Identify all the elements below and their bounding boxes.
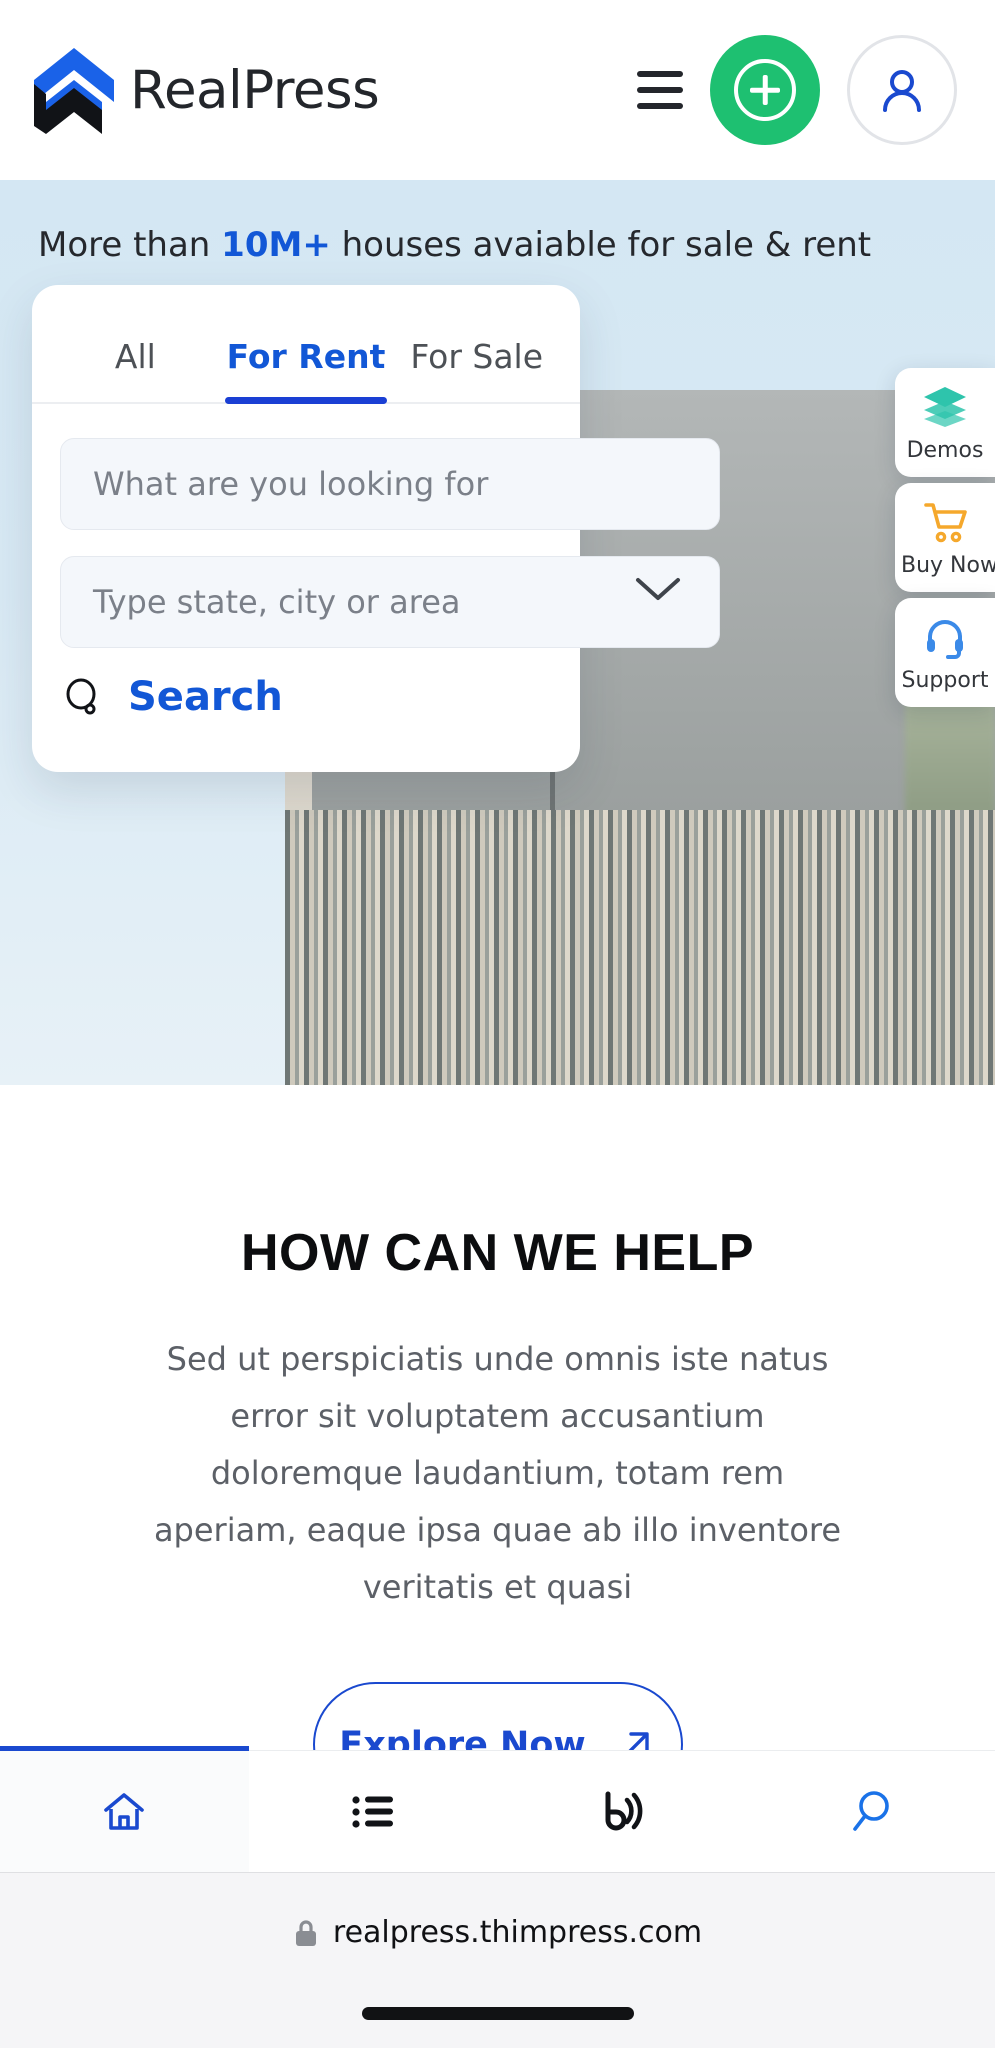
nav-item-search[interactable]	[746, 1751, 995, 1872]
tagline-highlight: 10M+	[221, 225, 331, 265]
list-icon	[352, 1795, 394, 1828]
shopping-cart-icon	[901, 499, 989, 545]
tab-for-sale[interactable]: For Sale	[391, 285, 562, 402]
tab-all[interactable]: All	[50, 285, 221, 402]
tagline-prefix: More than	[38, 225, 222, 265]
help-description: Sed ut perspiciatis unde omnis iste natu…	[153, 1340, 842, 1606]
page-title: HOW CAN WE HELP	[240, 1224, 755, 1282]
header-actions	[637, 35, 957, 145]
property-search-card: All For Rent For Sale What are you looki…	[32, 285, 720, 772]
nav-item-listings[interactable]	[249, 1751, 498, 1872]
floating-widget-label: Buy Now	[901, 553, 995, 578]
url-row[interactable]: realpress.thimpress.com	[0, 1873, 995, 1950]
mobile-browser-screen: RealPress More than 10M+ houses avaiable…	[0, 0, 995, 2048]
nav-item-home[interactable]	[0, 1746, 249, 1872]
url-text: realpress.thimpress.com	[332, 1915, 703, 1950]
floating-widget-support[interactable]: Support	[895, 598, 995, 707]
floating-widget-label: Demos	[906, 438, 984, 463]
user-avatar-icon	[883, 70, 921, 112]
add-listing-button[interactable]	[710, 35, 820, 145]
lock-icon	[295, 1919, 316, 1946]
hamburger-menu-icon[interactable]	[637, 71, 683, 109]
floating-widget-stack: Demos Buy Now Support	[895, 368, 995, 713]
location-search-input[interactable]: Type state, city or area	[60, 556, 720, 648]
search-button[interactable]: Search	[60, 674, 552, 720]
search-icon	[852, 1790, 889, 1831]
tagline-suffix: houses avaiable for sale & rent	[330, 225, 872, 265]
brand-logo[interactable]: RealPress	[32, 44, 380, 136]
headset-icon	[901, 614, 989, 660]
chevron-down-icon[interactable]	[632, 572, 684, 611]
location-placeholder: Type state, city or area	[93, 583, 461, 621]
search-button-label: Search	[128, 674, 283, 720]
home-icon	[104, 1792, 145, 1830]
bottom-navigation-bar	[0, 1746, 995, 1872]
keyword-placeholder: What are you looking for	[93, 465, 489, 503]
site-header: RealPress	[0, 0, 995, 180]
plus-circle-icon	[734, 59, 796, 121]
layers-icon	[901, 384, 989, 430]
nav-item-blog[interactable]	[498, 1751, 747, 1872]
hero-tagline: More than 10M+ houses avaiable for sale …	[38, 225, 871, 265]
home-indicator	[361, 2007, 634, 2020]
floating-widget-buy-now[interactable]: Buy Now	[895, 483, 995, 592]
search-tabs: All For Rent For Sale	[32, 285, 580, 404]
floating-widget-label: Support	[901, 668, 989, 693]
brand-name: RealPress	[130, 59, 380, 121]
tab-for-rent[interactable]: For Rent	[221, 285, 392, 404]
keyword-search-input[interactable]: What are you looking for	[60, 438, 720, 530]
browser-url-bar: realpress.thimpress.com	[0, 1872, 995, 2048]
account-button[interactable]	[847, 35, 957, 145]
search-card-body: What are you looking for Type state, cit…	[32, 404, 720, 772]
blog-icon	[605, 1791, 643, 1830]
floating-widget-demos[interactable]: Demos	[895, 368, 995, 477]
magnifier-icon	[66, 678, 96, 715]
chevron-logo-icon	[32, 44, 116, 136]
